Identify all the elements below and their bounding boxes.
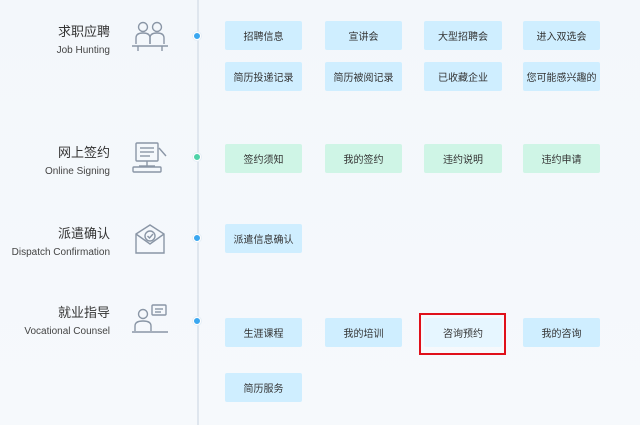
button-enter-double-selection[interactable]: 进入双选会 (523, 21, 600, 50)
section-title-en: Dispatch Confirmation (11, 247, 110, 258)
computer-signing-icon (132, 142, 167, 173)
section-title-en: Vocational Counsel (24, 326, 110, 337)
button-signing-notice[interactable]: 签约须知 (225, 144, 302, 173)
timeline-dot (193, 153, 201, 161)
section-title-zh: 派遣确认 (57, 226, 110, 241)
section-title: 网上签约 Online Signing (45, 145, 110, 179)
button-recommendations[interactable]: 您可能感兴趣的 (523, 62, 600, 91)
button-my-signing[interactable]: 我的签约 (325, 144, 402, 173)
timeline-dot (193, 234, 201, 242)
section-title-en: Job Hunting (56, 45, 110, 56)
highlight-box (419, 313, 506, 355)
job-seekers-icon (132, 21, 168, 51)
section-title: 求职应聘 Job Hunting (57, 24, 110, 58)
timeline-line (197, 0, 199, 425)
button-resume-views[interactable]: 简历被阅记录 (325, 62, 402, 91)
section-title-zh: 求职应聘 (57, 24, 110, 39)
section-title: 就业指导 Vocational Counsel (24, 305, 110, 339)
timeline-dot (193, 317, 201, 325)
button-breach-explanation[interactable]: 违约说明 (424, 144, 502, 173)
button-my-training[interactable]: 我的培训 (325, 318, 402, 347)
section-title-zh: 网上签约 (57, 145, 110, 160)
button-resume-service[interactable]: 简历服务 (225, 373, 302, 402)
counselor-icon (132, 304, 168, 333)
button-resume-submissions[interactable]: 简历投递记录 (225, 62, 302, 91)
button-career-courses[interactable]: 生涯课程 (225, 318, 302, 347)
button-breach-application[interactable]: 违约申请 (523, 144, 600, 173)
button-saved-companies[interactable]: 已收藏企业 (424, 62, 502, 91)
button-career-talk[interactable]: 宣讲会 (325, 21, 402, 50)
section-title-en: Online Signing (44, 166, 110, 177)
button-job-info[interactable]: 招聘信息 (225, 21, 302, 50)
envelope-check-icon (135, 224, 165, 254)
section-title-zh: 就业指导 (57, 305, 110, 320)
button-dispatch-info-confirm[interactable]: 派遣信息确认 (225, 224, 302, 253)
button-job-fair[interactable]: 大型招聘会 (424, 21, 502, 50)
timeline-dot (193, 32, 201, 40)
button-my-consultation[interactable]: 我的咨询 (523, 318, 600, 347)
section-title: 派遣确认 Dispatch Confirmation (12, 226, 110, 260)
